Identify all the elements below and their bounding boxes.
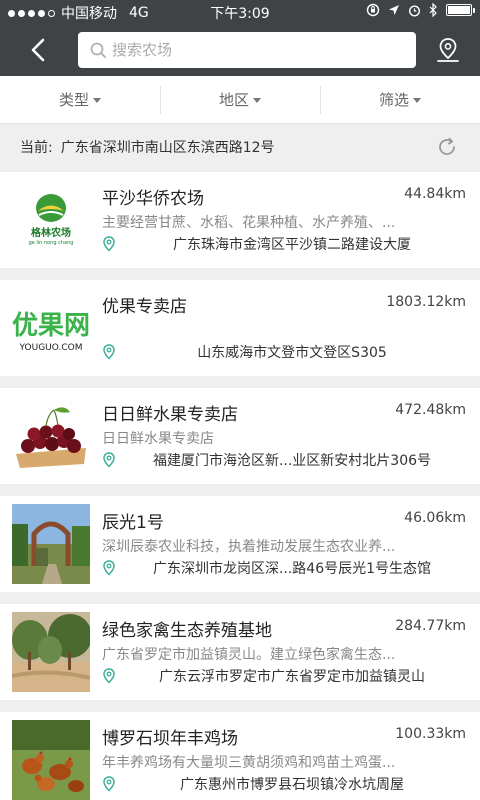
farm-description: 深圳辰泰农业科技，执着推动发展生态农业养... [102, 539, 396, 555]
map-pin-icon [103, 668, 115, 684]
caret-down-icon [253, 98, 261, 103]
logo-text: 格林农场 [31, 226, 71, 239]
farm-name: 日日鲜水果专卖店 [102, 405, 238, 425]
orchard-photo-thumbnail [12, 612, 90, 692]
cherries-photo-thumbnail [12, 396, 90, 476]
back-button[interactable] [22, 34, 54, 66]
youguo-logo-thumbnail: 优果网 YOUGUO.COM [12, 288, 90, 368]
rotation-lock-icon [366, 3, 380, 17]
list-item[interactable]: 格林农场 ge lin nong chang 平沙华侨农场 44.84km 主要… [0, 172, 480, 268]
filter-label: 筛选 [378, 91, 409, 109]
farm-description: 主要经营甘蔗、水稻、花果种植、水产养殖、... [102, 215, 396, 231]
list-item[interactable]: 博罗石坝年丰鸡场 100.33km 年丰养鸡场有大量坝三黄胡须鸡和鸡苗土鸡蛋..… [0, 712, 480, 800]
logo-text: 优果网 [12, 311, 90, 341]
location-arrow-icon [388, 4, 400, 16]
map-pin-icon [103, 452, 115, 468]
search-icon [90, 42, 106, 58]
search-box[interactable] [78, 32, 416, 68]
chevron-left-icon [31, 38, 45, 62]
current-location-label: 当前: [20, 140, 53, 156]
farm-description: 广东省罗定市加益镇灵山。建立绿色家禽生态... [102, 647, 396, 663]
map-pin-icon [103, 344, 115, 360]
farm-distance: 1803.12km [386, 294, 466, 310]
refresh-icon[interactable] [436, 136, 458, 158]
filter-region[interactable]: 地区 [160, 76, 320, 123]
caret-down-icon [93, 98, 101, 103]
list-item[interactable]: 优果网 YOUGUO.COM 优果专卖店 1803.12km 山东威海市文登市文… [0, 280, 480, 376]
list-item[interactable]: 辰光1号 46.06km 深圳辰泰农业科技，执着推动发展生态农业养... 广东深… [0, 496, 480, 592]
caret-down-icon [413, 98, 421, 103]
farm-name: 优果专卖店 [102, 297, 187, 317]
current-location-bar: 当前: 广东省深圳市南山区东滨西路12号 [0, 124, 480, 170]
farm-address: 广东云浮市罗定市广东省罗定市加益镇灵山 [159, 669, 425, 685]
farm-distance: 44.84km [404, 186, 466, 202]
battery-icon [446, 4, 475, 16]
farm-logo-thumbnail: 格林农场 ge lin nong chang [12, 180, 90, 260]
list-item[interactable]: 绿色家禽生态养殖基地 284.77km 广东省罗定市加益镇灵山。建立绿色家禽生态… [0, 604, 480, 700]
filter-label: 类型 [58, 91, 89, 109]
map-pin-icon [103, 236, 115, 252]
farm-description: 日日鲜水果专卖店 [102, 431, 214, 447]
farm-address: 广东惠州市博罗县石坝镇冷水坑周屋 [180, 777, 404, 793]
filter-type[interactable]: 类型 [0, 76, 160, 123]
search-input[interactable] [112, 41, 392, 59]
farm-address: 山东威海市文登市文登区S305 [197, 345, 387, 361]
current-location-address: 广东省深圳市南山区东滨西路12号 [60, 140, 275, 156]
navigation-bar [0, 24, 480, 76]
list-item[interactable]: 日日鲜水果专卖店 472.48km 日日鲜水果专卖店 福建厦门市海沧区新...业… [0, 388, 480, 484]
farm-address: 福建厦门市海沧区新...业区新安村北片306号 [152, 453, 432, 469]
farm-name: 绿色家禽生态养殖基地 [102, 621, 272, 641]
map-pin-icon [103, 776, 115, 792]
map-pin-icon [103, 560, 115, 576]
logo-subtext: YOUGUO.COM [19, 343, 83, 353]
map-pin-icon [437, 38, 459, 62]
farm-name: 博罗石坝年丰鸡场 [102, 729, 238, 749]
filter-bar: 类型 地区 筛选 [0, 76, 480, 124]
alarm-icon [408, 4, 421, 17]
farm-address: 广东深圳市龙岗区深...路46号辰光1号生态馆 [152, 561, 432, 577]
farm-distance: 46.06km [404, 510, 466, 526]
farm-distance: 472.48km [395, 402, 466, 418]
gate-photo-thumbnail [12, 504, 90, 584]
farm-distance: 284.77km [395, 618, 466, 634]
status-bar: 中国移动 4G 下午3:09 [0, 0, 480, 24]
farm-name: 辰光1号 [102, 513, 164, 533]
chickens-photo-thumbnail [12, 720, 90, 800]
filter-more[interactable]: 筛选 [320, 76, 480, 123]
bluetooth-icon [429, 3, 438, 17]
map-location-button[interactable] [434, 36, 462, 64]
filter-label: 地区 [218, 91, 249, 109]
farm-description: 年丰养鸡场有大量坝三黄胡须鸡和鸡苗土鸡蛋... [102, 755, 396, 771]
logo-subtext: ge lin nong chang [29, 240, 74, 246]
farm-distance: 100.33km [395, 726, 466, 742]
farm-name: 平沙华侨农场 [102, 189, 204, 209]
farm-address: 广东珠海市金湾区平沙镇二路建设大厦 [173, 237, 411, 253]
